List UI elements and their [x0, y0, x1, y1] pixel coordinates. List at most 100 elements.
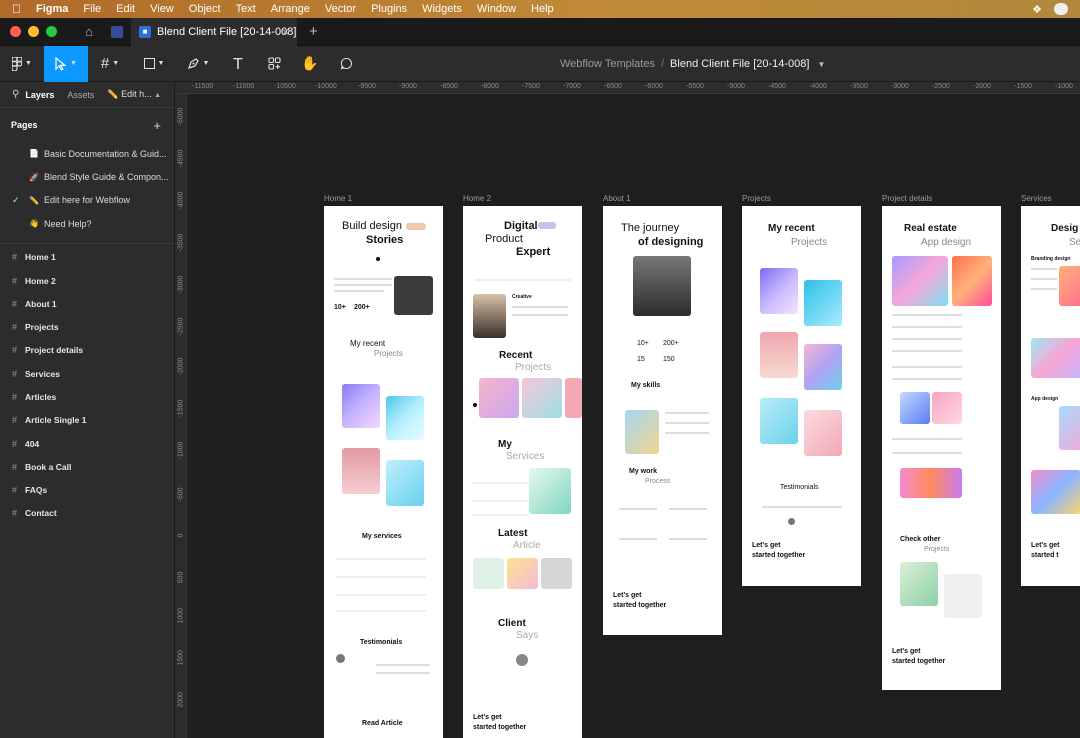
close-tab-icon[interactable]: × [282, 25, 289, 39]
frame-home-1[interactable]: Build design Stories 10+ 200+ My recent … [324, 206, 443, 738]
add-page-button[interactable]: + [153, 118, 161, 133]
ruler-tick: -4000 [175, 192, 186, 210]
layer-about-1[interactable]: # About 1 [0, 292, 174, 315]
frame-about-1[interactable]: The journey of designing 10+ 200+ 15 150… [603, 206, 722, 635]
menu-arrange[interactable]: Arrange [271, 3, 310, 15]
layer-faqs[interactable]: # FAQs [0, 479, 174, 502]
tab-assets[interactable]: Assets [67, 90, 94, 100]
ruler-tick: -5000 [175, 108, 186, 126]
text-line [512, 306, 568, 308]
layer-home-1[interactable]: # Home 1 [0, 246, 174, 269]
page-item-edit-here[interactable]: ✓ ✏️ Edit here for Webflow [0, 189, 174, 212]
minimize-window-button[interactable] [28, 26, 39, 37]
layer-articles[interactable]: # Articles [0, 385, 174, 408]
tab-file-thumbnail[interactable] [103, 18, 131, 46]
text-line [665, 422, 709, 424]
layer-book-a-call[interactable]: # Book a Call [0, 455, 174, 478]
page-item-label: Edit here for Webflow [43, 195, 130, 206]
latest-heading-soft: Article [513, 540, 541, 551]
apple-icon[interactable]:  [12, 2, 26, 16]
new-tab-button[interactable]: + [309, 23, 318, 40]
article-thumb-1 [473, 558, 504, 589]
search-icon[interactable]: ⚲ [12, 89, 19, 100]
menu-plugins[interactable]: Plugins [371, 3, 407, 15]
page-item-style-guide[interactable]: 🚀 Blend Style Guide & Compon... [0, 165, 174, 188]
menu-widgets[interactable]: Widgets [422, 3, 462, 15]
text-line [334, 284, 392, 286]
menu-object[interactable]: Object [189, 3, 221, 15]
menu-vector[interactable]: Vector [325, 3, 356, 15]
move-tool-button[interactable]: ▼ [44, 45, 88, 82]
tab-layers[interactable]: Layers [25, 90, 54, 100]
text-line [512, 314, 568, 316]
design-canvas[interactable]: Home 1 Build design Stories 10+ 200+ My … [187, 94, 1080, 738]
frame-label-home-1[interactable]: Home 1 [324, 194, 352, 203]
frame-services[interactable]: Desig Se Branding design App design Let'… [1021, 206, 1080, 586]
comment-tool-button[interactable] [328, 46, 364, 82]
layer-article-single-1[interactable]: # Article Single 1 [0, 409, 174, 432]
pen-icon [187, 58, 199, 69]
breadcrumb-file-name[interactable]: Blend Client File [20-14-008] [670, 58, 809, 70]
main-menu-button[interactable]: ▼ [0, 46, 44, 82]
frame-label-project-details[interactable]: Project details [882, 194, 932, 203]
frame-home-2[interactable]: Digital Product Expert Creative Recent P… [463, 206, 582, 738]
text-line [892, 338, 962, 340]
pen-tool-button[interactable]: ▼ [176, 46, 220, 82]
other-heading-soft: Projects [924, 546, 950, 553]
frame-projects[interactable]: My recent Projects Testimonials Let's ge… [742, 206, 861, 586]
chevron-down-icon[interactable]: ▼ [817, 60, 825, 69]
menu-help[interactable]: Help [531, 3, 554, 15]
layer-contact[interactable]: # Contact [0, 502, 174, 525]
breadcrumb-project[interactable]: Webflow Templates [560, 58, 655, 70]
close-window-button[interactable] [10, 26, 21, 37]
ruler-tick: -1500 [1014, 83, 1032, 90]
page-item-need-help[interactable]: 👋 Need Help? [0, 212, 174, 235]
page-select-dropdown[interactable]: ✏️ Edit h... ▲ [107, 89, 161, 100]
figma-logo-icon [12, 56, 23, 71]
page-emoji-icon: 🚀 [29, 172, 39, 182]
zoom-window-button[interactable] [46, 26, 57, 37]
hand-tool-button[interactable]: ✋ [292, 46, 328, 82]
layer-404[interactable]: #404 [0, 432, 174, 455]
text-line [892, 326, 962, 328]
menu-edit[interactable]: Edit [116, 3, 135, 15]
menu-text[interactable]: Text [236, 3, 256, 15]
frame-icon: # [12, 322, 18, 333]
hero-heading-soft: App design [921, 237, 972, 248]
menu-view[interactable]: View [150, 3, 174, 15]
layer-home-2[interactable]: # Home 2 [0, 269, 174, 292]
frame-label-services[interactable]: Services [1021, 194, 1052, 203]
home-icon[interactable]: ⌂ [75, 18, 103, 46]
resources-button[interactable] [256, 46, 292, 82]
menu-file[interactable]: File [83, 3, 101, 15]
frame-project-details[interactable]: Real estate App design Check other Proje… [882, 206, 1001, 690]
frame-label-projects[interactable]: Projects [742, 194, 771, 203]
frame-tool-button[interactable]: # ▼ [88, 46, 132, 82]
latest-heading: Latest [498, 528, 528, 539]
menu-window[interactable]: Window [477, 3, 516, 15]
frame-label-home-2[interactable]: Home 2 [463, 194, 491, 203]
menu-figma[interactable]: Figma [36, 3, 68, 15]
frame-label-about-1[interactable]: About 1 [603, 194, 631, 203]
cta-heading: Let's get [473, 714, 502, 721]
service-image [529, 468, 571, 514]
ruler-tick: -10500 [274, 83, 296, 90]
ruler-tick: -3500 [175, 234, 186, 252]
layer-services[interactable]: # Services [0, 362, 174, 385]
hero-heading-2: Product [485, 233, 523, 245]
slider-dot [473, 403, 477, 407]
stat-1: 10+ [637, 340, 649, 347]
page-item-documentation[interactable]: 📄 Basic Documentation & Guid... [0, 142, 174, 165]
ruler-tick: -2500 [175, 318, 186, 336]
text-line [665, 412, 709, 414]
layer-projects[interactable]: # Projects [0, 315, 174, 338]
page-emoji-icon: 👋 [29, 219, 39, 229]
figma-status-icon[interactable]: ❖ [1032, 3, 1042, 16]
layer-project-details[interactable]: # Project details [0, 339, 174, 362]
work-heading: My work [629, 468, 658, 475]
tab-active-file[interactable]: ■ Blend Client File [20-14-008] × [131, 17, 297, 46]
shape-tool-button[interactable]: ▼ [132, 46, 176, 82]
wechat-icon[interactable] [1054, 3, 1068, 15]
stat-years: 10+ [334, 304, 346, 311]
text-tool-button[interactable]: T [220, 46, 256, 82]
